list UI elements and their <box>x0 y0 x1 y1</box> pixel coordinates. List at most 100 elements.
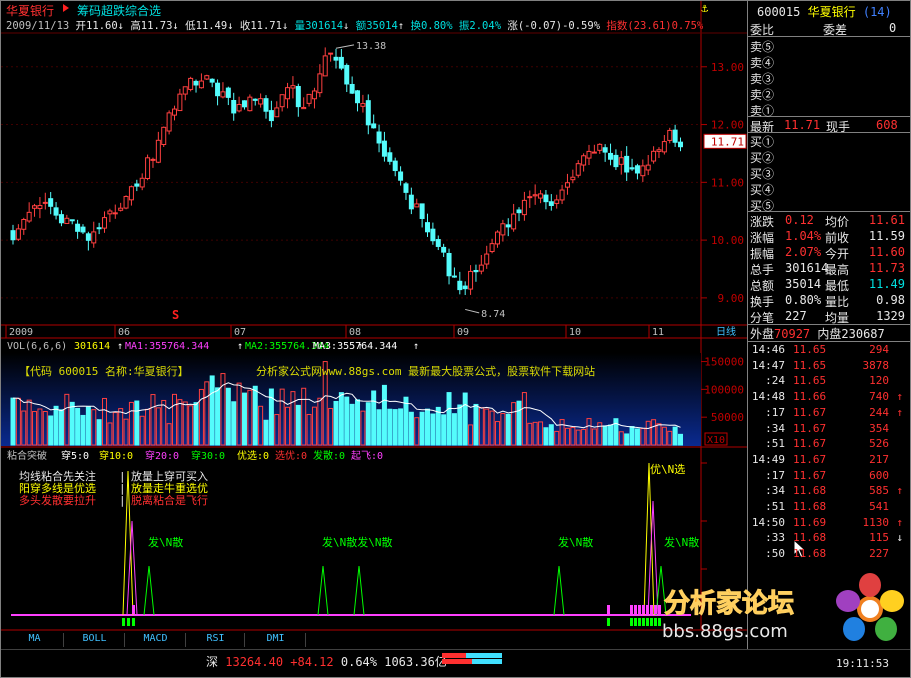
volume-bar <box>441 414 447 446</box>
candle-body <box>166 112 172 132</box>
tick-price: 11.67 <box>793 421 827 435</box>
vol-tick-label: 150000 <box>704 356 744 369</box>
time-axis-label: 11 <box>652 327 664 338</box>
sell-label: 卖② <box>750 88 775 102</box>
candle-body <box>559 189 565 201</box>
buy-row: 买② <box>749 149 909 165</box>
candle-body <box>473 269 479 273</box>
tick-time: :34 <box>765 421 785 435</box>
tick-time: 14:49 <box>751 452 785 466</box>
indicator-legend-item: 选优:0 <box>275 449 307 462</box>
volume-bar <box>516 400 522 446</box>
tick-time: :24 <box>765 374 785 388</box>
candle-body <box>21 219 27 230</box>
vol-tick-label: 100000 <box>704 383 744 396</box>
tab-ma[interactable]: MA <box>6 633 64 647</box>
candle-body <box>403 183 409 193</box>
candle-body <box>489 243 495 253</box>
signal-bar <box>634 605 637 614</box>
candle-body <box>295 85 301 108</box>
quote-title: 600015 华夏银行 (14) <box>757 5 892 19</box>
candle-body <box>263 98 269 112</box>
tab-rsi[interactable]: RSI <box>187 633 245 647</box>
tick-row[interactable]: :34 11.67 354 <box>749 422 909 438</box>
tick-time: 14:50 <box>751 515 785 529</box>
tick-price: 11.65 <box>793 343 827 356</box>
tick-price: 11.69 <box>793 515 827 529</box>
tick-time: :34 <box>765 484 785 498</box>
candle-body <box>58 214 64 224</box>
tick-time: :17 <box>765 468 785 482</box>
candle-body <box>328 52 334 55</box>
candle-body <box>591 151 597 154</box>
tick-row[interactable]: :24 11.65 120 <box>749 374 909 390</box>
tick-price: 11.66 <box>793 390 827 404</box>
tick-time: 14:48 <box>751 390 785 404</box>
hand-value: 608 <box>876 118 898 132</box>
tick-row[interactable]: :34 11.68 585 ↑ <box>749 484 909 500</box>
tick-row[interactable]: 14:48 11.66 740 ↑ <box>749 390 909 406</box>
tick-row[interactable]: :33 11.68 115 ↓ <box>749 531 909 547</box>
flower-logo-icon <box>836 573 904 641</box>
volume-bar <box>451 413 457 446</box>
signal-square <box>650 618 653 626</box>
tick-row[interactable]: 14:46 11.65 294 <box>749 343 909 359</box>
sell-row: 卖⑤ <box>749 38 909 54</box>
chart-area[interactable]: 9.00 10.00 11.00 12.00 13.00 11.71 13.38 8.74 S 2… <box>1 1 747 649</box>
buy-row: 买① <box>749 133 909 149</box>
candle-body <box>656 149 662 152</box>
buy-label: 买⑤ <box>750 199 775 213</box>
candle-body <box>317 73 323 94</box>
candle-body <box>333 56 339 61</box>
vol-scale-label: X10 <box>707 435 725 446</box>
stat-label: 分笔 <box>750 311 775 325</box>
stat-label: 今开 <box>825 247 850 261</box>
tick-time: :17 <box>765 405 785 419</box>
tick-row[interactable]: 14:47 11.65 3878 <box>749 359 909 375</box>
volume-bar <box>75 407 81 446</box>
tick-time: 14:46 <box>751 343 785 356</box>
candle-body <box>268 110 274 122</box>
signal-square <box>642 618 645 626</box>
volume-bar <box>231 401 237 446</box>
candle-body <box>564 182 570 188</box>
volume-bar <box>225 387 231 446</box>
max-pointer <box>335 44 355 49</box>
outer-inner: 外盘70927 内盘230687 <box>750 327 885 341</box>
stat-value: 0.80% <box>785 293 822 307</box>
tick-price: 11.65 <box>793 358 827 372</box>
signal-bar <box>642 605 645 614</box>
tick-row[interactable]: 14:50 11.69 1130 ↑ <box>749 516 909 532</box>
tick-row[interactable]: :51 11.67 526 <box>749 437 909 453</box>
market-index: 深 13264.40 +84.12 0.64% 1063.36亿 <box>206 655 447 669</box>
tab-macd[interactable]: MACD <box>126 633 186 647</box>
candle-body <box>629 167 635 170</box>
candle-body <box>306 93 312 104</box>
candle-body <box>398 171 404 181</box>
candle-body <box>365 100 371 126</box>
stat-label: 均价 <box>825 215 850 229</box>
price-tick-label: 13.00 <box>711 61 744 74</box>
candle-body <box>371 123 377 129</box>
candle-body <box>209 78 215 83</box>
min-price-label: 8.74 <box>481 309 505 320</box>
candle-body <box>586 150 592 159</box>
volume-bar <box>678 433 684 446</box>
stat-label: 最低 <box>825 279 850 293</box>
volume-bar <box>344 396 350 446</box>
tick-row[interactable]: :17 11.67 600 <box>749 469 909 485</box>
candle-body <box>613 154 619 168</box>
volume-bar <box>263 419 269 446</box>
volume-bar <box>430 413 436 446</box>
tick-row[interactable]: :51 11.68 541 <box>749 500 909 516</box>
volume-bar <box>85 406 91 446</box>
tab-dmi[interactable]: DMI <box>246 633 306 647</box>
tick-row[interactable]: :17 11.67 244 ↑ <box>749 406 909 422</box>
tick-row[interactable]: :50 11.68 227 <box>749 547 909 563</box>
indicator-legend-item: 优选:0 <box>237 449 269 462</box>
volume-bar <box>209 375 215 446</box>
signal-square <box>127 618 130 626</box>
stat-value: 11.73 <box>868 261 905 275</box>
tab-boll[interactable]: BOLL <box>65 633 125 647</box>
tick-row[interactable]: 14:49 11.67 217 <box>749 453 909 469</box>
